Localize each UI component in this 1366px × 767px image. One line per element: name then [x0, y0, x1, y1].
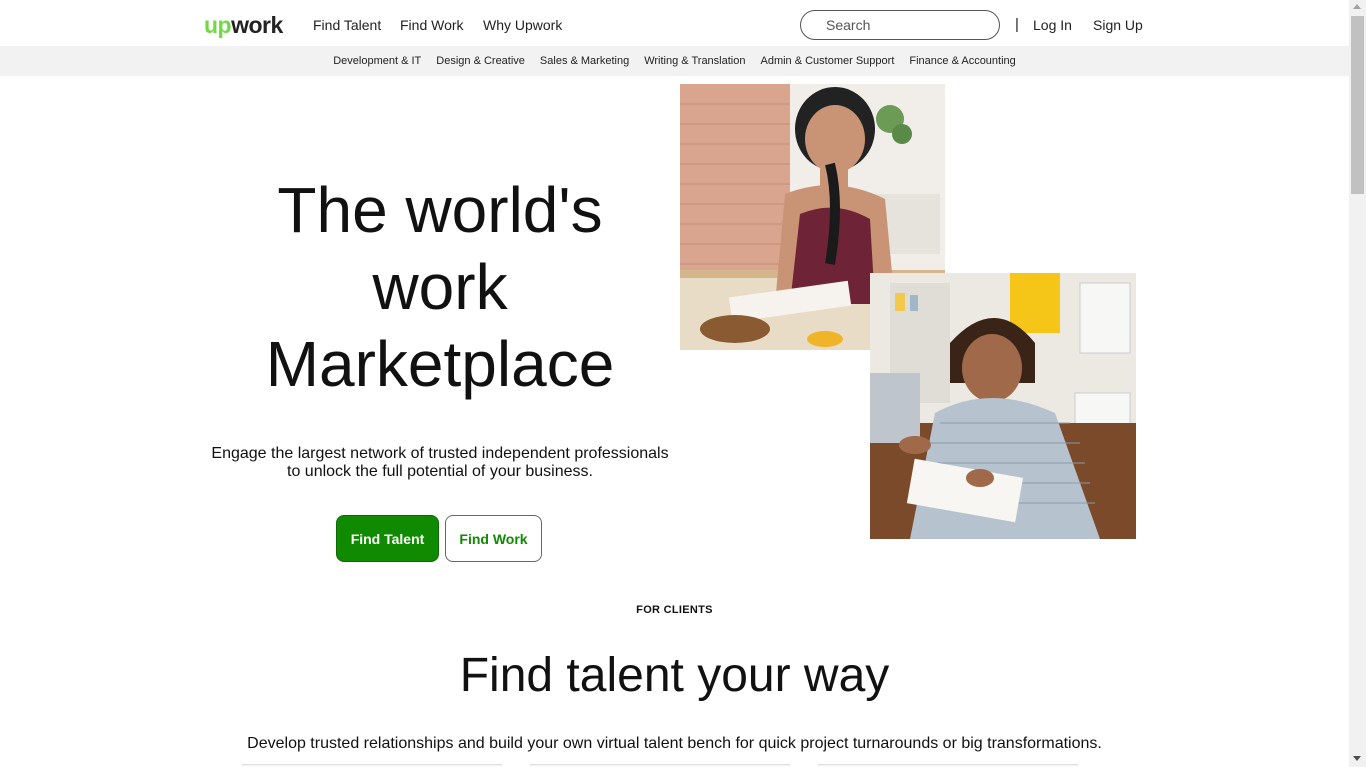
hero-photo-man: [870, 273, 1136, 539]
category-design-creative[interactable]: Design & Creative: [436, 55, 525, 67]
upwork-logo[interactable]: upwork: [204, 12, 283, 39]
find-work-button[interactable]: Find Work: [445, 515, 542, 562]
hero-subtitle: Engage the largest network of trusted in…: [205, 445, 675, 481]
nav-why-upwork[interactable]: Why Upwork: [483, 17, 562, 33]
hero-title: The world's work Marketplace: [220, 172, 660, 403]
login-link[interactable]: Log In: [1033, 17, 1072, 33]
scroll-up-arrow-icon[interactable]: [1353, 4, 1361, 9]
hero-subtitle-line-1: Engage the largest network of trusted in…: [211, 445, 669, 462]
scroll-down-arrow-icon[interactable]: [1353, 756, 1361, 761]
category-admin-support[interactable]: Admin & Customer Support: [760, 55, 894, 67]
category-finance-accounting[interactable]: Finance & Accounting: [909, 55, 1015, 67]
find-talent-button[interactable]: Find Talent: [336, 515, 439, 562]
vertical-scrollbar[interactable]: [1349, 0, 1366, 767]
hero-title-line-3: Marketplace: [265, 328, 615, 400]
nav-find-talent[interactable]: Find Talent: [313, 17, 381, 33]
nav-divider: |: [1015, 16, 1019, 33]
scroll-thumb[interactable]: [1351, 16, 1364, 194]
nav-find-work[interactable]: Find Work: [400, 17, 464, 33]
for-clients-eyebrow: FOR CLIENTS: [636, 604, 713, 616]
category-sales-marketing[interactable]: Sales & Marketing: [540, 55, 629, 67]
top-navigation: upwork Find Talent Find Work Why Upwork …: [0, 0, 1349, 46]
hero-subtitle-line-2: to unlock the full potential of your bus…: [287, 463, 593, 480]
logo-work: work: [231, 12, 283, 38]
search-input[interactable]: [800, 10, 1000, 40]
logo-up: up: [204, 12, 232, 38]
hero-title-line-1: The world's: [277, 174, 603, 246]
category-writing-translation[interactable]: Writing & Translation: [644, 55, 745, 67]
signup-link[interactable]: Sign Up: [1093, 17, 1143, 33]
section-subtitle: Develop trusted relationships and build …: [247, 735, 1102, 752]
category-development-it[interactable]: Development & IT: [333, 55, 421, 67]
section-title: Find talent your way: [459, 649, 890, 702]
category-bar: Development & IT Design & Creative Sales…: [0, 46, 1349, 76]
hero-title-line-2: work: [372, 251, 508, 323]
